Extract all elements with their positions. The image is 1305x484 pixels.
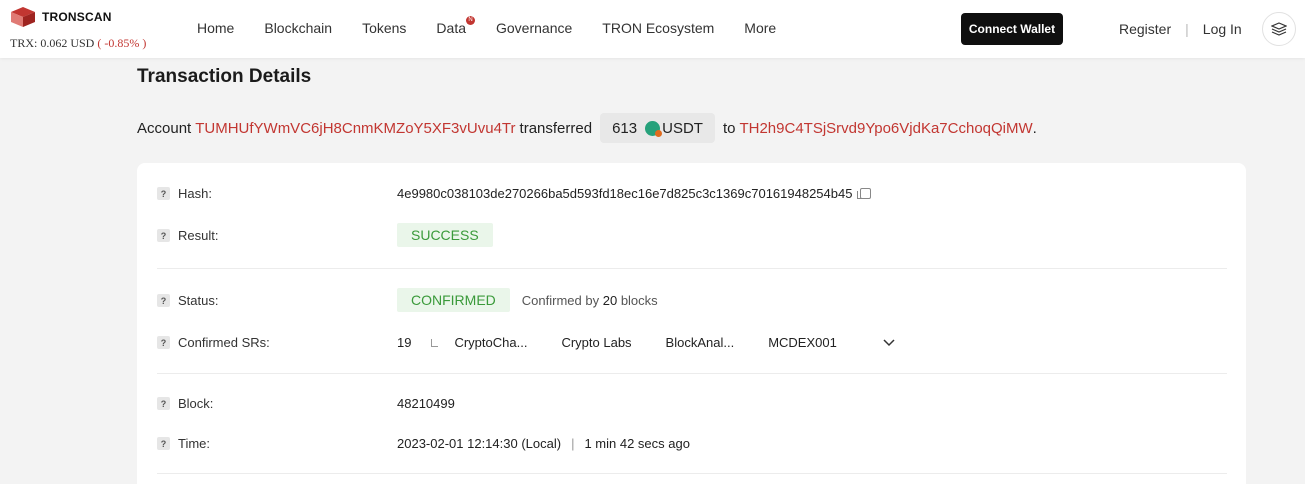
hash-label: Hash: (178, 186, 212, 201)
status-badge: CONFIRMED (397, 288, 510, 312)
nav-tron-ecosystem[interactable]: TRON Ecosystem (602, 20, 714, 36)
transfer-summary: Account TUMHUfYWmVC6jH8CnmKMZoY5XF3vUvu4… (137, 113, 1037, 143)
block-label: Block: (178, 396, 214, 411)
hash-row-label: ? Hash: (157, 186, 212, 201)
help-icon[interactable]: ? (157, 294, 170, 307)
details-card: ? Hash: 4e9980c038103de270266ba5d593fd18… (137, 163, 1246, 484)
token-symbol-link[interactable]: USDT (662, 120, 703, 137)
status-row-value: CONFIRMED Confirmed by 20 blocks (397, 288, 658, 312)
chevron-down-icon[interactable] (883, 338, 895, 347)
transfer-amount: 613 (612, 119, 638, 137)
srs-count: 19 (397, 335, 412, 350)
top-header: TRONSCAN TRX: 0.062 USD ( -0.85% ) Home … (0, 0, 1305, 58)
brand-logo[interactable]: TRONSCAN (10, 6, 112, 28)
time-separator: | (571, 436, 575, 451)
status-label: Status: (178, 293, 219, 308)
trx-price: TRX: 0.062 USD ( -0.85% ) (10, 36, 146, 51)
result-label: Result: (178, 228, 219, 243)
sr-item[interactable]: MCDEX001 (768, 335, 837, 350)
time-value: 2023-02-01 12:14:30 (Local) (397, 436, 562, 451)
status-note-suffix: blocks (620, 292, 658, 308)
from-address-link[interactable]: TUMHUfYWmVC6jH8CnmKMZoY5XF3vUvu4Tr (195, 120, 515, 137)
brand-name: TRONSCAN (42, 10, 112, 24)
amount-pill: 613 USDT (600, 113, 715, 143)
time-ago: 1 min 42 secs ago (584, 436, 690, 451)
nav-more[interactable]: More (744, 20, 776, 36)
new-badge: N (466, 16, 475, 25)
block-row-value: 48210499 (397, 396, 455, 411)
summary-end: . (1032, 119, 1037, 137)
result-row-label: ? Result: (157, 228, 218, 243)
page-title: Transaction Details (137, 66, 312, 87)
time-label: Time: (178, 436, 211, 451)
copy-icon[interactable] (857, 188, 872, 199)
nav-data-label: Data (436, 20, 466, 36)
sr-item[interactable]: Crypto Labs (561, 335, 631, 350)
status-note: Confirmed by 20 blocks (522, 293, 658, 308)
status-note-prefix: Confirmed by (521, 292, 600, 308)
block-row-label: ? Block: (157, 396, 213, 411)
tronscan-logo-icon (11, 7, 35, 27)
divider (157, 373, 1227, 374)
time-row-value: 2023-02-01 12:14:30 (Local) | 1 min 42 s… (397, 436, 690, 451)
srs-row-label: ? Confirmed SRs: (157, 335, 270, 350)
nav-tokens[interactable]: Tokens (362, 20, 406, 36)
layers-icon (1271, 22, 1287, 36)
block-number-link[interactable]: 48210499 (397, 396, 455, 411)
main-nav: Home Blockchain Tokens Data N Governance … (197, 16, 806, 36)
login-link[interactable]: Log In (1203, 21, 1242, 37)
nav-data[interactable]: Data N (436, 16, 475, 36)
summary-to-word: to (722, 119, 736, 137)
help-icon[interactable]: ? (157, 229, 170, 242)
trx-price-label: TRX: 0.062 USD (10, 36, 95, 50)
auth-separator: | (1185, 21, 1189, 37)
result-badge: SUCCESS (397, 223, 493, 247)
connect-wallet-button[interactable]: Connect Wallet (961, 13, 1063, 45)
to-address-link[interactable]: TH2h9C4TSjSrvd9Ypo6VjdKa7CchoqQiMW (739, 120, 1032, 137)
help-icon[interactable]: ? (157, 187, 170, 200)
status-row-label: ? Status: (157, 293, 218, 308)
summary-verb: transferred (519, 119, 593, 137)
trx-price-change: ( -0.85% ) (97, 36, 147, 50)
nav-governance[interactable]: Governance (496, 20, 572, 36)
status-block-count: 20 (602, 292, 618, 308)
summary-prefix: Account (137, 119, 192, 137)
sr-item[interactable]: CryptoCha... (454, 335, 527, 350)
help-icon[interactable]: ? (157, 397, 170, 410)
hash-value: 4e9980c038103de270266ba5d593fd18ec16e7d8… (397, 186, 853, 201)
hash-row-value: 4e9980c038103de270266ba5d593fd18ec16e7d8… (397, 186, 872, 201)
tree-branch-icon (431, 338, 439, 347)
help-icon[interactable]: ? (157, 336, 170, 349)
srs-label: Confirmed SRs: (178, 335, 270, 350)
nav-blockchain[interactable]: Blockchain (264, 20, 332, 36)
usdt-token-icon (645, 120, 663, 137)
result-row-value: SUCCESS (397, 223, 493, 247)
auth-links: Register | Log In (1119, 21, 1242, 37)
help-icon[interactable]: ? (157, 437, 170, 450)
settings-button[interactable] (1262, 12, 1296, 46)
sr-item[interactable]: BlockAnal... (666, 335, 735, 350)
divider (157, 268, 1227, 269)
time-row-label: ? Time: (157, 436, 210, 451)
divider (157, 473, 1227, 474)
nav-home[interactable]: Home (197, 20, 234, 36)
srs-row-value: 19 CryptoCha... Crypto Labs BlockAnal...… (397, 335, 895, 350)
register-link[interactable]: Register (1119, 21, 1171, 37)
